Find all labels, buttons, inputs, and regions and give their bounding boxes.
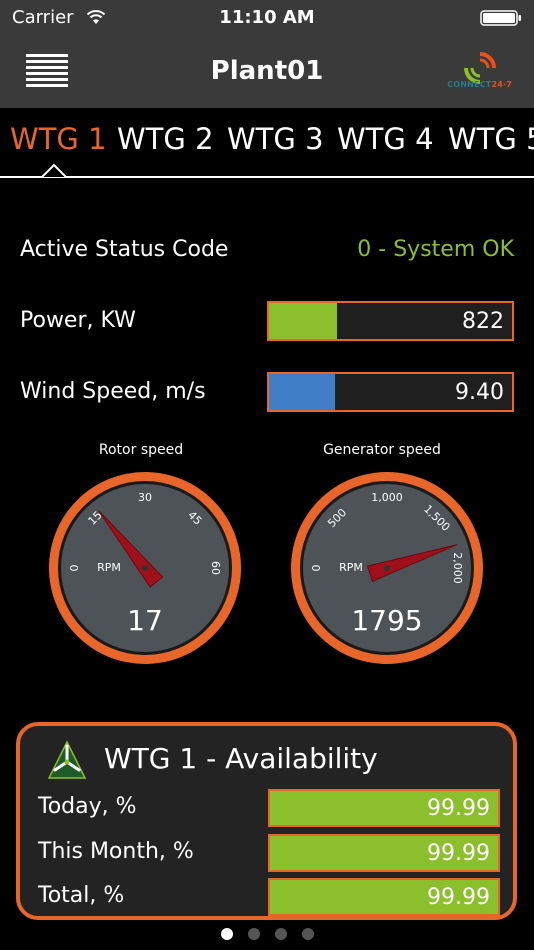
availability-today-value: 99.99	[427, 796, 490, 821]
availability-month-value: 99.99	[427, 841, 490, 866]
wind-label: Wind Speed, m/s	[20, 379, 206, 404]
rotor-tick-label: 30	[138, 491, 152, 504]
status-label: Active Status Code	[20, 237, 229, 262]
generator-tick-label: 2,000	[451, 552, 464, 584]
availability-today-label: Today, %	[38, 794, 137, 819]
page-indicator	[0, 928, 534, 942]
tab-underline	[0, 176, 534, 178]
tab-wtg-1[interactable]: WTG 1	[10, 122, 107, 156]
status-bar: Carrier 11:10 AM	[0, 0, 534, 36]
power-value: 822	[462, 309, 504, 334]
page-dot-2[interactable]	[248, 928, 260, 940]
wind-turbine-icon	[47, 740, 87, 779]
generator-tick-label: 1,000	[371, 491, 403, 504]
page-dot-4[interactable]	[302, 928, 314, 940]
brand-text: CONNECT24·7	[447, 80, 512, 89]
nav-bar: Plant01 CONNECT24·7	[0, 36, 534, 108]
wind-value: 9.40	[455, 380, 504, 405]
wind-bar-fill	[269, 374, 335, 410]
generator-tick-label: 0	[310, 565, 323, 572]
battery-icon	[480, 10, 521, 26]
generator-value: 1795	[351, 604, 422, 637]
availability-total-label: Total, %	[38, 883, 125, 908]
rotor-needle-hub	[142, 565, 148, 571]
wind-bar: 9.40	[267, 372, 514, 412]
availability-month-label: This Month, %	[38, 839, 194, 864]
rotor-tick-label: 0	[68, 565, 81, 572]
generator-gauge-title: Generator speed	[323, 442, 441, 458]
rotor-unit-label: RPM	[97, 561, 121, 574]
tab-wtg-4[interactable]: WTG 4	[337, 122, 434, 156]
tab-wtg-2[interactable]: WTG 2	[117, 122, 214, 156]
tab-indicator-caret	[42, 163, 66, 178]
availability-total-bar: 99.99	[268, 878, 500, 916]
status-time: 11:10 AM	[219, 7, 315, 28]
rotor-tick-label: 60	[209, 561, 222, 575]
availability-today-bar: 99.99	[268, 789, 500, 827]
rotor-speed-gauge: 015304560RPM17	[49, 472, 241, 664]
generator-unit-label: RPM	[339, 561, 363, 574]
availability-total-value: 99.99	[427, 885, 490, 910]
page-dot-1[interactable]	[221, 928, 233, 940]
page-dot-3[interactable]	[275, 928, 287, 940]
power-label: Power, KW	[20, 308, 136, 333]
availability-month-bar: 99.99	[268, 834, 500, 872]
power-bar: 822	[267, 301, 514, 341]
rotor-gauge-title: Rotor speed	[98, 442, 184, 458]
tab-wtg-3[interactable]: WTG 3	[227, 122, 324, 156]
power-bar-fill	[269, 303, 338, 339]
generator-needle-hub	[384, 565, 390, 571]
status-value: 0 - System OK	[357, 237, 514, 262]
tab-wtg-5[interactable]: WTG 5	[448, 122, 534, 156]
generator-speed-gauge: 05001,0001,5002,000RPM1795	[291, 472, 483, 664]
availability-title: WTG 1 - Availability	[104, 742, 378, 775]
rotor-value: 17	[127, 604, 163, 637]
availability-card: WTG 1 - Availability Today, % 99.99 This…	[16, 722, 517, 920]
tab-bar: WTG 1 WTG 2 WTG 3 WTG 4 WTG 5	[0, 108, 534, 178]
